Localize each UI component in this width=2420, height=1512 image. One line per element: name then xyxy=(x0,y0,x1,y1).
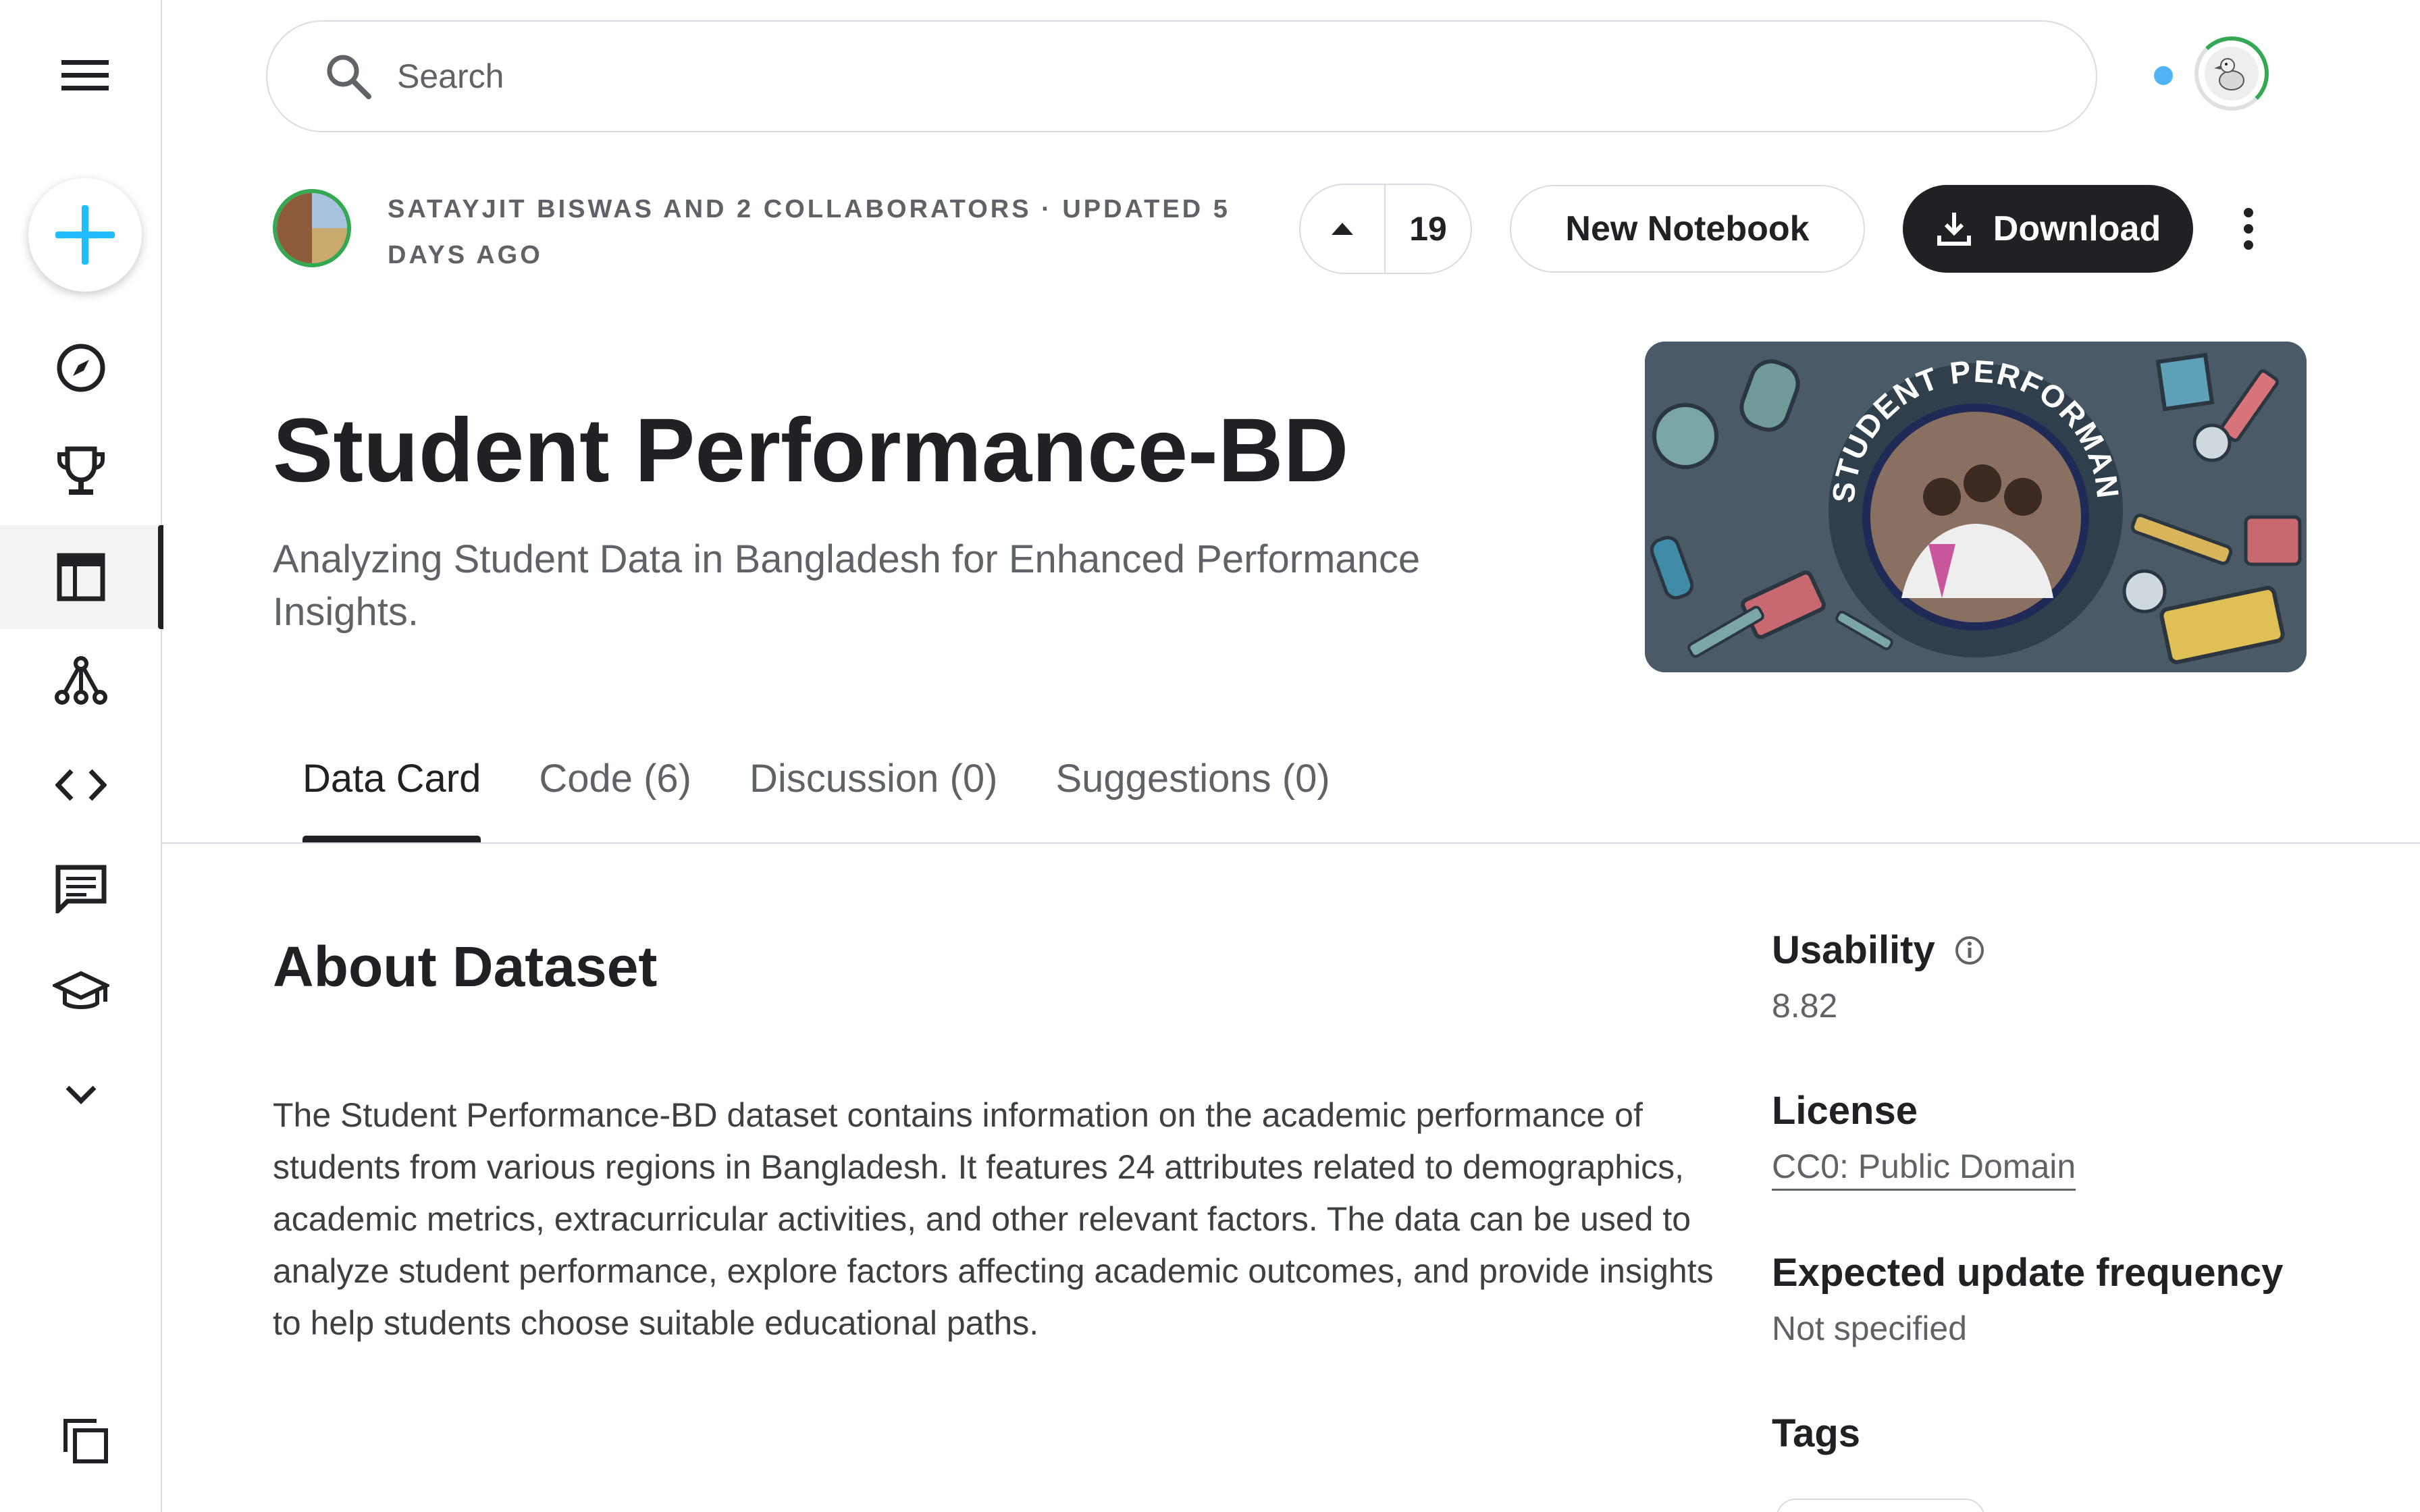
chevron-down-icon xyxy=(65,1085,97,1104)
license-label: License xyxy=(1772,1089,1918,1133)
dataset-subtitle: Analyzing Student Data in Bangladesh for… xyxy=(273,537,1421,634)
vote-count: 19 xyxy=(1409,210,1447,248)
info-icon[interactable] xyxy=(1954,935,1985,966)
license-section: License CC0: Public Domain xyxy=(1772,1088,2366,1191)
nav-learn[interactable] xyxy=(0,941,162,1045)
dataset-title: Student Performance-BD xyxy=(273,400,1349,501)
usability-value: 8.82 xyxy=(1772,987,1838,1025)
menu-icon xyxy=(61,60,109,90)
search-bar[interactable]: Search xyxy=(266,20,2097,132)
trophy-icon xyxy=(57,446,105,495)
nav-discussions[interactable] xyxy=(0,837,162,941)
usability-label: Usability xyxy=(1772,928,1935,972)
create-button[interactable] xyxy=(28,178,142,292)
nav-home[interactable] xyxy=(0,316,162,420)
update-frequency-label: Expected update frequency xyxy=(1772,1251,2284,1295)
tab-data-card[interactable]: Data Card xyxy=(302,756,481,842)
tag-chip[interactable] xyxy=(1776,1498,1985,1512)
download-button[interactable]: Download xyxy=(1903,185,2193,273)
license-link[interactable]: CC0: Public Domain xyxy=(1772,1147,2076,1191)
table-icon xyxy=(57,553,105,601)
update-frequency-value: Not specified xyxy=(1772,1310,1968,1347)
plus-icon xyxy=(55,205,115,265)
models-icon xyxy=(55,656,107,705)
tags-label: Tags xyxy=(1772,1411,1861,1455)
search-input[interactable]: Search xyxy=(397,57,504,96)
dataset-banner-image: STUDENT PERFORMANCE-BD xyxy=(1645,342,2307,672)
discussion-icon xyxy=(55,865,107,913)
tab-discussion[interactable]: Discussion (0) xyxy=(749,756,997,842)
nav-competitions[interactable] xyxy=(0,420,162,524)
upvote-control[interactable]: 19 xyxy=(1299,184,1472,274)
upvote-button[interactable] xyxy=(1300,185,1386,273)
download-label: Download xyxy=(1993,209,2161,248)
dataset-tabs: Data Card Code (6) Discussion (0) Sugges… xyxy=(302,756,1388,842)
dataset-byline: Satayjit Biswas and 2 collaborators · Up… xyxy=(388,195,1230,269)
left-nav-rail xyxy=(0,0,163,1512)
collaborators-avatar[interactable] xyxy=(273,189,351,267)
nav-models[interactable] xyxy=(0,629,162,733)
search-icon xyxy=(327,55,371,99)
nav-datasets[interactable] xyxy=(0,525,163,629)
caret-up-icon xyxy=(1332,223,1353,235)
tab-suggestions[interactable]: Suggestions (0) xyxy=(1055,756,1330,842)
tags-section: Tags xyxy=(1772,1411,2366,1456)
about-dataset-heading: About Dataset xyxy=(273,935,658,998)
compass-icon xyxy=(57,344,105,392)
update-frequency-section: Expected update frequency Not specified xyxy=(1772,1250,2366,1348)
view-active-events-button[interactable] xyxy=(58,1413,112,1467)
goose-avatar-icon xyxy=(2205,47,2259,101)
about-dataset-text: The Student Performance-BD dataset conta… xyxy=(273,1096,1714,1342)
tabs-divider xyxy=(162,842,2420,844)
code-icon xyxy=(55,769,107,801)
user-avatar[interactable] xyxy=(2194,36,2269,111)
nav-code[interactable] xyxy=(0,733,162,837)
more-options-button[interactable] xyxy=(2228,200,2269,258)
download-icon xyxy=(1937,213,1971,246)
tab-code[interactable]: Code (6) xyxy=(539,756,691,842)
usability-section: Usability 8.82 xyxy=(1772,927,2366,1025)
menu-button[interactable] xyxy=(58,54,112,97)
learn-icon xyxy=(53,971,109,1009)
new-notebook-button[interactable]: New Notebook xyxy=(1510,185,1865,273)
notification-dot xyxy=(2154,66,2173,85)
copy-icon xyxy=(63,1419,108,1463)
nav-more[interactable] xyxy=(0,1043,162,1147)
more-vert-icon xyxy=(2244,208,2253,250)
